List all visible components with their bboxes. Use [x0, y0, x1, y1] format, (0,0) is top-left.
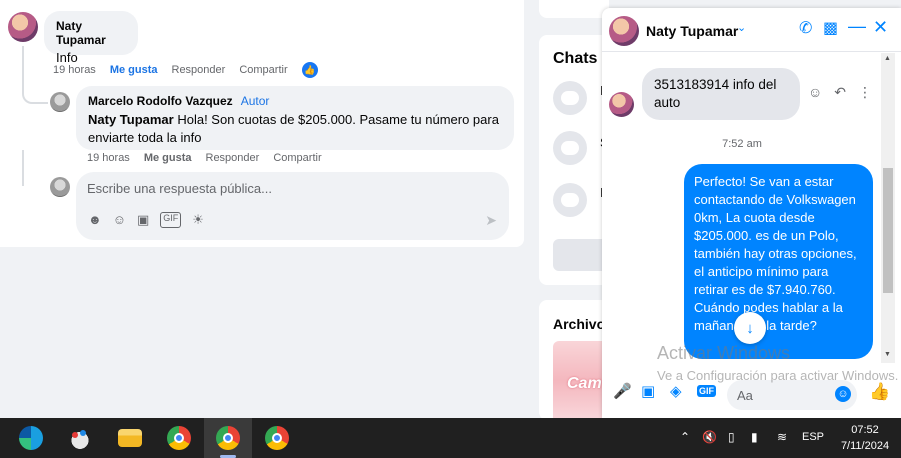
emoji-icon[interactable]: ☺ — [835, 386, 851, 402]
chats-title: Chats — [553, 50, 598, 67]
speaker-muted-icon[interactable]: 🔇 — [702, 430, 717, 444]
paint-icon[interactable] — [68, 426, 92, 450]
chat-avatar-icon[interactable] — [553, 81, 587, 115]
post-comments-card: Naty Tupamar Info 19 horas Me gusta Resp… — [0, 0, 524, 247]
archivos-panel: Archivos Cam — [539, 300, 613, 421]
reply-actions: 19 horas Me gusta Responder Compartir — [87, 152, 322, 164]
thread-connector — [22, 46, 48, 104]
sticker-icon[interactable]: ☀ — [192, 212, 204, 228]
language-indicator[interactable]: ESP — [802, 431, 824, 443]
chat-header: Naty Tupamar ⌄ ✆ ▩ — ✕ — [602, 8, 901, 52]
camera-icon[interactable]: ▣ — [137, 212, 149, 228]
chrome-profile-icon[interactable] — [216, 426, 240, 450]
chats-panel: Chats I S I — [539, 35, 609, 285]
like-button[interactable]: Me gusta — [110, 64, 158, 76]
reply-author[interactable]: Marcelo Rodolfo Vazquez — [88, 94, 233, 108]
contact-avatar[interactable] — [609, 16, 639, 46]
current-user-avatar[interactable] — [50, 177, 70, 197]
top-card-edge — [539, 0, 609, 18]
message-timestamp: 7:52 am — [722, 138, 762, 150]
send-icon[interactable]: ➤ — [485, 212, 497, 229]
image-icon[interactable]: ▣ — [641, 382, 655, 400]
scroll-down-small-icon[interactable]: ▼ — [884, 351, 891, 358]
reply-input[interactable]: Escribe una respuesta pública... ☻ ☺ ▣ G… — [76, 172, 509, 240]
message-actions: ☺ ↶ ⋮ — [808, 84, 872, 101]
avatar-sticker-icon[interactable]: ☻ — [88, 212, 102, 228]
gif-icon[interactable]: GIF — [160, 212, 182, 228]
scrollbar-thumb[interactable] — [883, 168, 893, 293]
comment-bubble: Naty Tupamar Info — [44, 11, 138, 65]
chevron-up-icon[interactable]: ⌃ — [680, 430, 690, 444]
file-explorer-icon[interactable] — [118, 429, 142, 447]
like-reaction-icon[interactable]: 👍 — [301, 62, 318, 78]
chevron-down-icon[interactable]: ⌄ — [737, 21, 746, 34]
mention-link[interactable]: Naty Tupamar — [88, 112, 174, 127]
react-emoji-icon[interactable]: ☺ — [808, 84, 822, 101]
avatar[interactable] — [8, 12, 38, 42]
reply-icon[interactable]: ↶ — [834, 84, 846, 101]
close-icon[interactable]: ✕ — [873, 17, 888, 38]
chrome-profile-icon[interactable] — [265, 426, 289, 450]
see-all-chats-button[interactable] — [553, 239, 609, 271]
reply-button[interactable]: Responder — [206, 152, 260, 164]
messages-scrollbar[interactable]: ▲ ▼ — [881, 53, 895, 363]
share-button[interactable]: Compartir — [239, 64, 287, 76]
edge-icon[interactable] — [19, 426, 43, 450]
thumbs-up-icon[interactable]: 👍 — [869, 382, 890, 402]
more-icon[interactable]: ⋮ — [858, 84, 872, 101]
gif-icon[interactable]: GIF — [697, 385, 716, 397]
contact-name[interactable]: Naty Tupamar — [646, 23, 738, 39]
reply-button[interactable]: Responder — [172, 64, 226, 76]
microphone-icon[interactable]: 🎤 — [613, 382, 632, 400]
scroll-down-arrow-icon[interactable]: ↓ — [734, 312, 766, 344]
share-button[interactable]: Compartir — [273, 152, 321, 164]
comment-actions: 19 horas Me gusta Responder Compartir 👍 — [53, 62, 318, 78]
incoming-message[interactable]: 3513183914 info del auto — [642, 68, 800, 120]
chat-avatar-icon[interactable] — [553, 131, 587, 165]
clock-date: 7/11/2024 — [840, 440, 890, 452]
reply-tools: ☻ ☺ ▣ GIF ☀ — [88, 212, 204, 228]
message-input-placeholder: Aa — [737, 388, 753, 403]
message-composer: 🎤 ▣ ◈ GIF Aa ☺ 👍 — [602, 374, 901, 418]
comment-time[interactable]: 19 horas — [53, 64, 96, 76]
scroll-up-arrow-icon[interactable]: ▲ — [884, 55, 891, 62]
author-badge: Autor — [240, 94, 270, 108]
emoji-icon[interactable]: ☺ — [113, 212, 126, 228]
archivo-thumbnail[interactable]: Cam — [553, 341, 609, 421]
message-input[interactable]: Aa ☺ — [727, 380, 857, 410]
outgoing-message[interactable]: Perfecto! Se van a estar contactando de … — [684, 164, 873, 359]
battery-icon[interactable]: ▮ — [751, 430, 758, 444]
clock-time: 07:52 — [851, 424, 879, 436]
phone-link-icon[interactable]: ▯ — [728, 430, 735, 444]
reply-time[interactable]: 19 horas — [87, 152, 130, 164]
like-button[interactable]: Me gusta — [144, 152, 192, 164]
minimize-icon[interactable]: — — [848, 16, 866, 37]
windows-taskbar: ⌃ 🔇 ▯ ▮ ≋ ESP 07:52 7/11/2024 — [0, 418, 901, 458]
thumbnail-text: Cam — [567, 375, 602, 392]
wifi-icon[interactable]: ≋ — [777, 430, 787, 444]
system-clock[interactable]: 07:52 7/11/2024 — [836, 422, 894, 454]
sticker-icon[interactable]: ◈ — [670, 382, 682, 400]
reply-text: Naty Tupamar Hola! Son cuotas de $205.00… — [88, 111, 502, 147]
messenger-chat-window: Naty Tupamar ⌄ ✆ ▩ — ✕ 3513183914 info d… — [602, 8, 901, 418]
chrome-icon[interactable] — [167, 426, 191, 450]
reply-bubble: Marcelo Rodolfo Vazquez Autor Naty Tupama… — [76, 86, 514, 150]
video-camera-icon[interactable]: ▩ — [823, 18, 838, 38]
sender-avatar[interactable] — [609, 92, 634, 117]
thread-connector — [22, 150, 48, 186]
reply-input-placeholder: Escribe una respuesta pública... — [87, 181, 272, 196]
reply-author-line: Marcelo Rodolfo Vazquez Autor — [88, 94, 502, 108]
phone-icon[interactable]: ✆ — [799, 18, 812, 38]
avatar[interactable] — [50, 92, 70, 112]
comment-author[interactable]: Naty Tupamar — [56, 19, 126, 47]
chat-avatar-icon[interactable] — [553, 183, 587, 217]
